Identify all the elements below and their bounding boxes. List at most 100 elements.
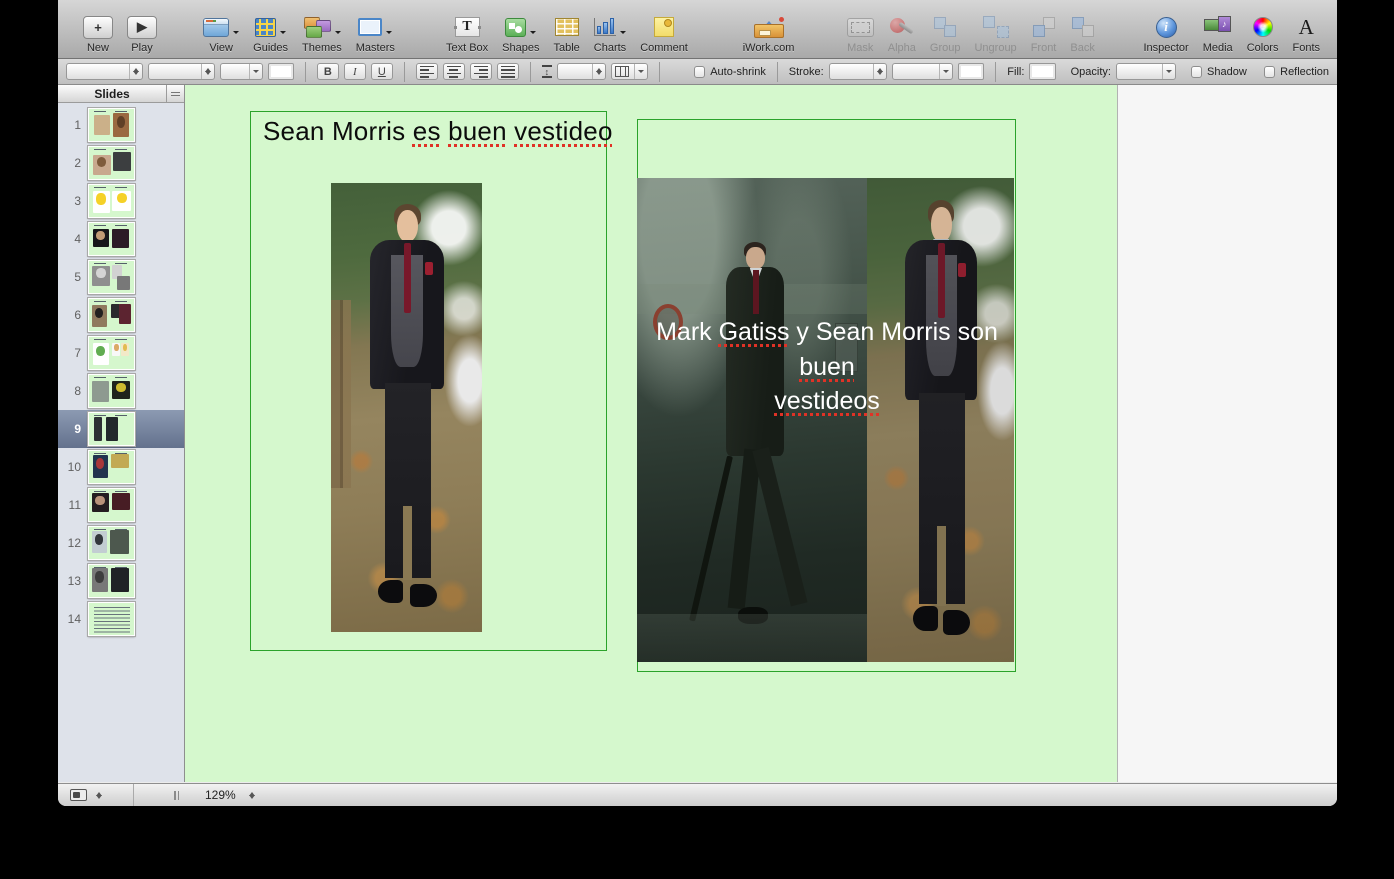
slide-thumbnail[interactable]	[88, 184, 135, 218]
stroke-color-well[interactable]	[958, 63, 984, 80]
slide-thumbnail-row-12[interactable]: 12	[58, 524, 184, 562]
inspector-icon: i	[1156, 17, 1177, 38]
slide-thumbnail-row-13[interactable]: 13	[58, 562, 184, 600]
misspelled-word: vestideo	[514, 116, 612, 146]
slide-thumbnail[interactable]	[88, 108, 135, 142]
underline-button[interactable]: U	[371, 63, 393, 80]
masters-menu-button[interactable]: Masters	[356, 14, 395, 54]
slide-title-text[interactable]: Sean Morris es buen vestideo	[263, 116, 613, 147]
view-mode-stepper[interactable]	[93, 784, 105, 806]
fonts-button[interactable]: A Fonts	[1292, 14, 1320, 54]
slide-thumbnail-row-5[interactable]: 5	[58, 258, 184, 296]
themes-menu-button[interactable]: Themes	[302, 14, 342, 54]
typeface-combo[interactable]	[148, 63, 215, 80]
slide-thumbnail[interactable]	[88, 298, 135, 332]
slide-thumbnail-row-14[interactable]: 14	[58, 600, 184, 638]
toolbar: + New ▶ Play View Guides Themes	[58, 0, 1337, 59]
columns-combo[interactable]	[611, 63, 648, 80]
slide-thumbnail[interactable]	[88, 412, 135, 446]
offslide-area	[1121, 85, 1337, 782]
thumbnail-photo	[92, 305, 107, 326]
slide-number: 10	[58, 460, 88, 474]
iwork-upload-icon	[754, 17, 784, 38]
overlay-caption-text[interactable]: Mark Gatiss y Sean Morris son buen vesti…	[625, 315, 1029, 419]
slide-thumbnail[interactable]	[88, 488, 135, 522]
inspector-button[interactable]: i Inspector	[1143, 14, 1188, 54]
chevron-down-icon	[233, 31, 239, 37]
zoom-stepper[interactable]	[246, 784, 258, 806]
align-center-button[interactable]	[443, 63, 465, 80]
new-slide-button[interactable]: + New	[83, 14, 113, 54]
view-icon	[203, 18, 229, 37]
toolbar-label: Inspector	[1143, 42, 1188, 54]
navigator-view-icon[interactable]	[70, 789, 87, 801]
media-button[interactable]: ♪ Media	[1203, 14, 1233, 54]
text-color-well[interactable]	[268, 63, 294, 80]
shapes-menu-button[interactable]: Shapes	[502, 14, 539, 54]
slide-editor[interactable]: Sean Morris es buen vestideo	[185, 85, 1117, 782]
fill-color-well[interactable]	[1029, 63, 1055, 80]
align-justify-button[interactable]	[497, 63, 519, 80]
text-box-button[interactable]: T Text Box	[446, 14, 488, 54]
ungroup-button: Ungroup	[974, 14, 1016, 54]
bold-button[interactable]: B	[317, 63, 339, 80]
slide-thumbnail[interactable]	[88, 222, 135, 256]
table-button[interactable]: Table	[553, 14, 579, 54]
charts-menu-button[interactable]: Charts	[594, 14, 626, 54]
stroke-width-combo[interactable]	[829, 63, 887, 80]
panel-grip-icon[interactable]	[166, 85, 184, 102]
slide-thumbnail-row-2[interactable]: 2	[58, 144, 184, 182]
font-family-combo[interactable]	[66, 63, 143, 80]
slide-thumbnail[interactable]	[88, 336, 135, 370]
play-button[interactable]: ▶ Play	[127, 14, 157, 54]
toolbar-label: Front	[1031, 42, 1057, 54]
slide-thumbnail[interactable]	[88, 146, 135, 180]
stroke-style-combo[interactable]	[892, 63, 954, 80]
opacity-combo[interactable]	[1116, 63, 1176, 80]
slide-thumbnail-row-10[interactable]: 10	[58, 448, 184, 486]
slide-thumbnail-row-4[interactable]: 4	[58, 220, 184, 258]
toolbar-label: Colors	[1247, 42, 1279, 54]
iwork-upload-button[interactable]: iWork.com	[743, 14, 795, 54]
colors-button[interactable]: Colors	[1247, 14, 1279, 54]
content-area: Slides 1234567891011121314 Sean Morris e…	[58, 85, 1337, 782]
thumbnail-photo	[112, 381, 131, 399]
view-menu-button[interactable]: View	[203, 14, 239, 54]
slide-thumbnail[interactable]	[88, 374, 135, 408]
guides-menu-button[interactable]: Guides	[253, 14, 288, 54]
slide-thumbnail-row-11[interactable]: 11	[58, 486, 184, 524]
slide-thumbnail-row-6[interactable]: 6	[58, 296, 184, 334]
slide-thumbnail[interactable]	[88, 526, 135, 560]
text-run: Sean Morris	[263, 116, 413, 146]
thumbnail-photo	[110, 530, 129, 554]
overlay-caption-line2: vestideos	[625, 384, 1029, 419]
align-right-button[interactable]	[470, 63, 492, 80]
sean-morris-photo-2[interactable]	[867, 178, 1014, 662]
font-size-combo[interactable]	[220, 63, 263, 80]
thumbnail-photo	[92, 266, 110, 286]
panel-resize-grip[interactable]	[174, 791, 179, 800]
chevron-down-icon	[620, 31, 626, 37]
slide-thumbnail-row-9[interactable]: 9	[58, 410, 184, 448]
thumbnail-photo	[113, 113, 128, 137]
slide-thumbnail-row-1[interactable]: 1	[58, 106, 184, 144]
keynote-window: + New ▶ Play View Guides Themes	[58, 0, 1337, 806]
slide-thumbnail[interactable]	[88, 564, 135, 598]
slide-thumbnail-row-7[interactable]: 7	[58, 334, 184, 372]
thumbnail-photo	[93, 155, 111, 175]
mark-gatiss-photo[interactable]	[637, 178, 867, 662]
shadow-checkbox[interactable]	[1191, 66, 1202, 78]
auto-shrink-label: Auto-shrink	[710, 66, 766, 78]
line-spacing-combo[interactable]	[557, 63, 606, 80]
sean-morris-photo[interactable]	[331, 183, 482, 632]
align-left-button[interactable]	[416, 63, 438, 80]
reflection-checkbox[interactable]	[1264, 66, 1275, 78]
slide-thumbnail[interactable]	[88, 602, 135, 636]
slide-thumbnail-row-8[interactable]: 8	[58, 372, 184, 410]
slide-thumbnail-row-3[interactable]: 3	[58, 182, 184, 220]
comment-button[interactable]: Comment	[640, 14, 688, 54]
auto-shrink-checkbox[interactable]	[694, 66, 705, 78]
slide-thumbnail[interactable]	[88, 450, 135, 484]
italic-button[interactable]: I	[344, 63, 366, 80]
slide-thumbnail[interactable]	[88, 260, 135, 294]
